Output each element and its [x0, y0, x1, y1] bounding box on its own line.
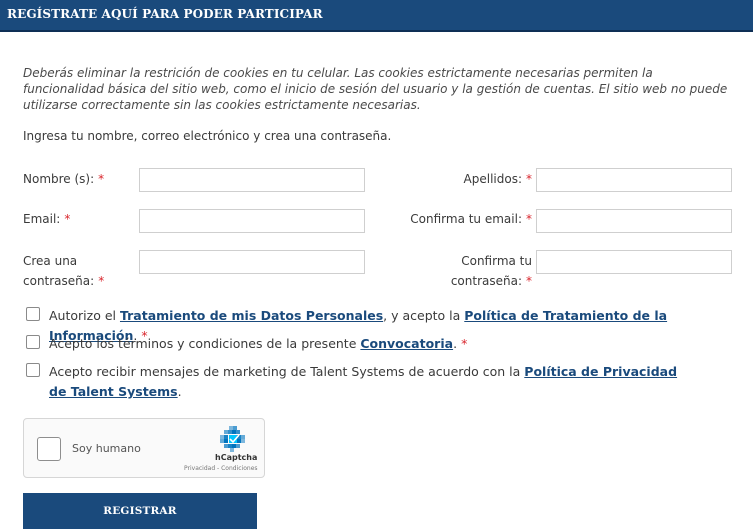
captcha-brand: hCaptcha [215, 453, 258, 462]
required-mark: * [526, 212, 532, 226]
required-mark: * [64, 212, 71, 226]
hcaptcha-widget: Soy humano hCaptcha Privacidad - Condici… [23, 418, 265, 478]
marketing-consent: Acepto recibir mensajes de marketing de … [49, 364, 678, 399]
password-input[interactable] [139, 250, 365, 274]
captcha-links[interactable]: Privacidad - Condiciones [184, 465, 258, 472]
first-name-input[interactable] [139, 168, 365, 192]
confirm-email-label: Confirma tu email: * [410, 212, 532, 226]
captcha-checkbox[interactable] [37, 437, 61, 461]
last-name-input[interactable] [536, 168, 732, 192]
page-title: REGÍSTRATE AQUÍ PARA PODER PARTICIPAR [7, 7, 323, 21]
confirm-password-label: Confirma tu contraseña: * [450, 254, 532, 288]
required-mark: * [526, 172, 532, 186]
register-button[interactable]: REGISTRAR [23, 493, 257, 529]
required-mark: * [461, 336, 468, 351]
confirm-email-input[interactable] [536, 209, 732, 233]
last-name-label: Apellidos: * [463, 172, 532, 186]
required-mark: * [98, 172, 105, 186]
email-input[interactable] [139, 209, 365, 233]
required-mark: * [98, 274, 105, 288]
data-treatment-link[interactable]: Tratamiento de mis Datos Personales [120, 308, 383, 323]
hcaptcha-logo-icon [220, 426, 246, 456]
terms-checkbox[interactable] [26, 335, 40, 349]
email-label: Email: * [23, 212, 71, 226]
cookie-notice: Deberás eliminar la restrición de cookie… [23, 66, 728, 112]
terms-consent: Acepto los términos y condiciones de la … [49, 336, 468, 351]
intro-text: Ingresa tu nombre, correo electrónico y … [23, 129, 392, 143]
convocatoria-link[interactable]: Convocatoria [360, 336, 453, 351]
page-header: REGÍSTRATE AQUÍ PARA PODER PARTICIPAR [0, 0, 753, 32]
confirm-password-input[interactable] [536, 250, 732, 274]
marketing-checkbox[interactable] [26, 363, 40, 377]
password-label: Crea una contraseña: * [23, 254, 105, 288]
data-treatment-checkbox[interactable] [26, 307, 40, 321]
captcha-label: Soy humano [72, 442, 141, 455]
first-name-label: Nombre (s): * [23, 172, 105, 186]
required-mark: * [526, 274, 532, 288]
